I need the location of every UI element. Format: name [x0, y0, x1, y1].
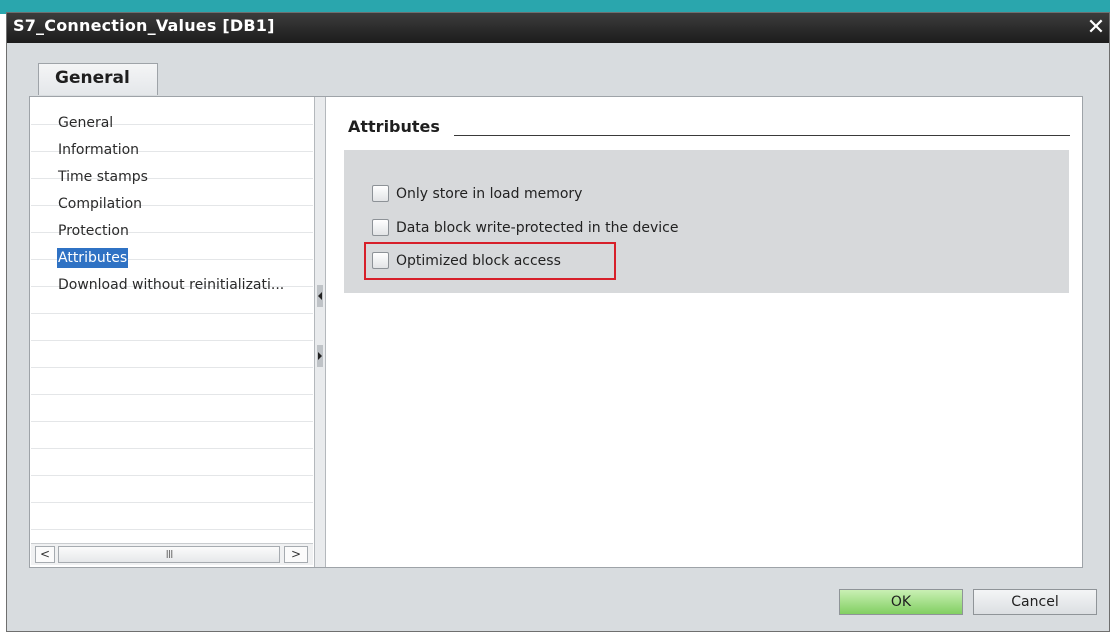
scroll-left-icon[interactable]: < [35, 546, 55, 563]
nav-horizontal-scrollbar[interactable]: < III > [31, 543, 313, 565]
section-title: Attributes [348, 117, 440, 136]
tab-label: General [55, 68, 130, 88]
nav-row-lines [31, 98, 313, 538]
nav-item-information[interactable]: Information [57, 140, 140, 160]
nav-item-general[interactable]: General [57, 113, 114, 133]
section-navigation: General Information Time stamps Compilat… [31, 98, 313, 566]
nav-item-time-stamps[interactable]: Time stamps [57, 167, 149, 187]
panel-splitter[interactable] [314, 97, 326, 567]
window-title: S7_Connection_Values [DB1] [13, 16, 275, 35]
section-divider [454, 135, 1070, 136]
highlight-box [364, 242, 616, 280]
scrollbar-thumb[interactable]: III [58, 546, 280, 563]
close-icon[interactable]: ✕ [1083, 15, 1109, 41]
ok-button[interactable]: OK [839, 589, 963, 615]
only-store-in-load-memory-checkbox[interactable] [372, 185, 389, 202]
nav-item-download-without-reinitialization[interactable]: Download without reinitializati... [57, 275, 285, 295]
attributes-group: Only store in load memory Data block wri… [344, 150, 1069, 293]
nav-item-protection[interactable]: Protection [57, 221, 130, 241]
write-protected-checkbox[interactable] [372, 219, 389, 236]
checkbox-label: Only store in load memory [396, 186, 583, 202]
expand-right-icon[interactable] [317, 345, 323, 367]
tab-general[interactable]: General [38, 63, 158, 95]
checkbox-label: Data block write-protected in the device [396, 220, 679, 236]
scroll-right-icon[interactable]: > [284, 546, 308, 563]
nav-item-compilation[interactable]: Compilation [57, 194, 143, 214]
content-frame: General Information Time stamps Compilat… [29, 96, 1083, 568]
title-bar[interactable]: S7_Connection_Values [DB1] ✕ [7, 13, 1109, 43]
nav-item-attributes[interactable]: Attributes [57, 248, 129, 268]
cancel-button[interactable]: Cancel [973, 589, 1097, 615]
attributes-panel: Attributes Only store in load memory Dat… [327, 97, 1082, 567]
collapse-left-icon[interactable] [317, 285, 323, 307]
properties-dialog: S7_Connection_Values [DB1] ✕ General Gen… [6, 12, 1110, 632]
